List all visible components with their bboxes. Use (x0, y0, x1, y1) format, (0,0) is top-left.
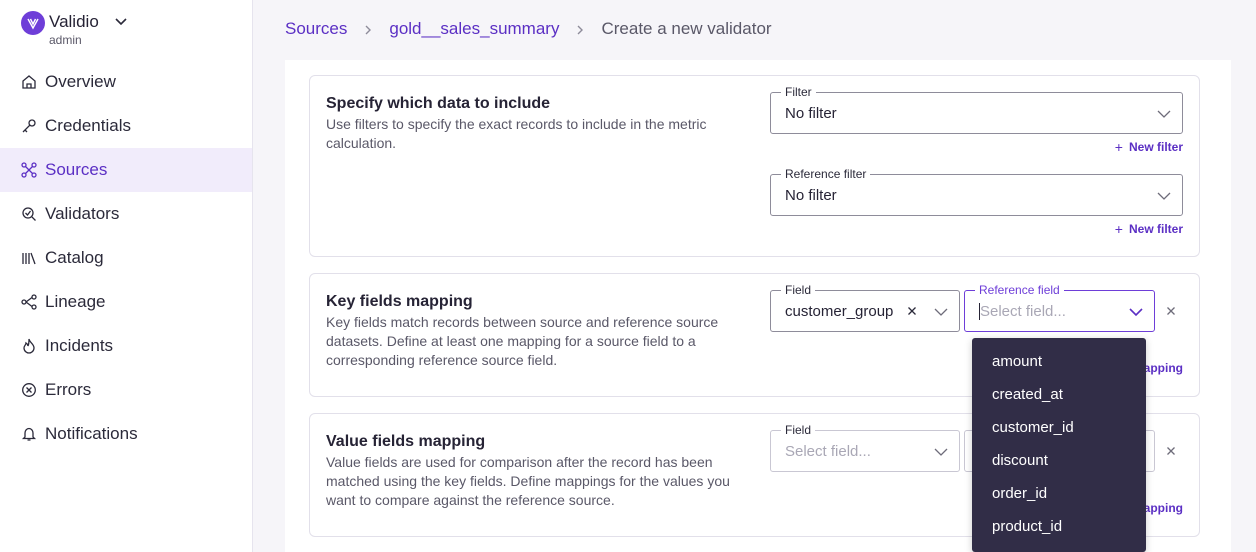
remove-mapping-icon[interactable] (1164, 304, 1178, 318)
sidebar-item-notifications[interactable]: Notifications (0, 412, 252, 456)
field-value: No filter (785, 105, 837, 122)
field-label: Reference field (975, 282, 1064, 298)
field-value: No filter (785, 187, 837, 204)
dropdown-option[interactable]: discount (972, 444, 1146, 477)
key-field-select[interactable]: Field customer_group (770, 282, 960, 332)
breadcrumb-sources-link[interactable]: Sources (285, 19, 347, 39)
dropdown-option[interactable]: created_at (972, 378, 1146, 411)
card-description: Key fields match records between source … (326, 314, 719, 368)
sidebar: Validio admin Overview Credentials Sourc… (0, 0, 253, 552)
reference-key-field-select[interactable]: Reference field Select field... (964, 282, 1155, 332)
reference-field-dropdown: amount created_at customer_id discount o… (972, 338, 1146, 552)
card-title: Key fields mapping (326, 293, 473, 310)
sidebar-item-label: Incidents (45, 336, 114, 355)
sources-icon (21, 162, 37, 178)
sidebar-item-label: Catalog (45, 248, 104, 267)
field-label: Field (781, 422, 816, 438)
filter-select[interactable]: Filter No filter (770, 84, 1183, 134)
breadcrumb: Sources gold__sales_summary Create a new… (285, 19, 772, 39)
sidebar-item-label: Lineage (45, 292, 106, 311)
sidebar-item-validators[interactable]: Validators (0, 192, 252, 236)
sidebar-nav: Overview Credentials Sources Validators … (0, 60, 252, 456)
workspace-switcher[interactable]: Validio admin (21, 10, 241, 50)
workspace-name: admin (49, 33, 82, 47)
chevron-right-icon (361, 22, 375, 36)
chevron-right-icon (573, 22, 587, 36)
button-label: apping (1143, 501, 1183, 515)
sidebar-item-overview[interactable]: Overview (0, 60, 252, 104)
value-field-select[interactable]: Field Select field... (770, 422, 960, 472)
reference-filter-select[interactable]: Reference filter No filter (770, 166, 1183, 216)
chevron-down-icon (933, 304, 949, 320)
field-label: Reference filter (781, 166, 871, 182)
validio-logo-icon (21, 11, 45, 35)
add-value-mapping-button[interactable]: apping (1144, 501, 1183, 515)
remove-mapping-icon[interactable] (1164, 444, 1178, 458)
breadcrumb-dataset-link[interactable]: gold__sales_summary (389, 19, 559, 39)
field-value: customer_group (785, 303, 894, 320)
bell-icon (21, 426, 37, 442)
sidebar-item-sources[interactable]: Sources (0, 148, 252, 192)
dropdown-option[interactable]: customer_id (972, 411, 1146, 444)
sidebar-item-incidents[interactable]: Incidents (0, 324, 252, 368)
card-title: Value fields mapping (326, 433, 486, 450)
plus-icon: + (1114, 221, 1123, 237)
card-description: Use filters to specify the exact records… (326, 116, 707, 151)
catalog-icon (21, 250, 37, 266)
dropdown-option[interactable]: amount (972, 345, 1146, 378)
button-label: apping (1143, 361, 1183, 375)
validators-icon (21, 206, 37, 222)
data-include-card: Specify which data to include Use filter… (309, 75, 1200, 257)
app-name: Validio (49, 12, 99, 31)
sidebar-item-credentials[interactable]: Credentials (0, 104, 252, 148)
lineage-icon (21, 294, 37, 310)
field-label: Field (781, 282, 816, 298)
clear-icon[interactable] (905, 304, 919, 318)
field-label: Filter (781, 84, 816, 100)
chevron-down-icon (1156, 106, 1172, 122)
plus-icon: + (1114, 139, 1123, 155)
chevron-down-icon (933, 444, 949, 460)
sidebar-item-label: Overview (45, 72, 116, 91)
field-placeholder: Select field... (785, 443, 871, 460)
error-icon (21, 382, 37, 398)
card-description: Value fields are used for comparison aft… (326, 454, 730, 508)
sidebar-item-errors[interactable]: Errors (0, 368, 252, 412)
sidebar-item-label: Errors (45, 380, 92, 399)
sidebar-item-label: Validators (45, 204, 120, 223)
add-key-mapping-button[interactable]: apping (1144, 361, 1183, 375)
sidebar-item-label: Sources (45, 160, 108, 179)
new-filter-button[interactable]: + New filter (1115, 139, 1183, 155)
new-reference-filter-button[interactable]: + New filter (1115, 221, 1183, 237)
chevron-down-icon (1128, 304, 1144, 320)
sidebar-item-label: Notifications (45, 424, 138, 443)
flame-icon (21, 338, 37, 354)
sidebar-item-label: Credentials (45, 116, 131, 135)
sidebar-item-lineage[interactable]: Lineage (0, 280, 252, 324)
breadcrumb-current: Create a new validator (601, 19, 772, 38)
card-title: Specify which data to include (326, 95, 551, 112)
home-icon (21, 74, 37, 90)
button-label: New filter (1128, 222, 1183, 236)
key-icon (21, 118, 37, 134)
sidebar-item-catalog[interactable]: Catalog (0, 236, 252, 280)
button-label: New filter (1128, 140, 1183, 154)
chevron-down-icon (1156, 188, 1172, 204)
dropdown-option[interactable]: order_id (972, 477, 1146, 510)
field-placeholder: Select field... (980, 303, 1066, 320)
dropdown-option[interactable]: product_id (972, 510, 1146, 543)
chevron-down-icon (113, 13, 129, 29)
